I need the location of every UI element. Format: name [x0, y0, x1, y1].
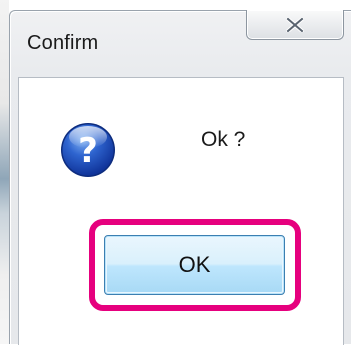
confirm-message: Ok ?	[201, 128, 246, 151]
question-icon: ?	[59, 121, 117, 179]
close-icon	[286, 17, 304, 32]
svg-text:?: ?	[78, 131, 98, 171]
ok-button[interactable]: OK	[104, 235, 285, 295]
dialog-body: ? Ok ? OK	[18, 77, 344, 345]
desktop-background	[0, 0, 9, 344]
dialog-title: Confirm	[27, 32, 99, 54]
close-button[interactable]	[246, 10, 344, 40]
confirm-dialog: Confirm ? Ok ? OK	[9, 10, 351, 345]
